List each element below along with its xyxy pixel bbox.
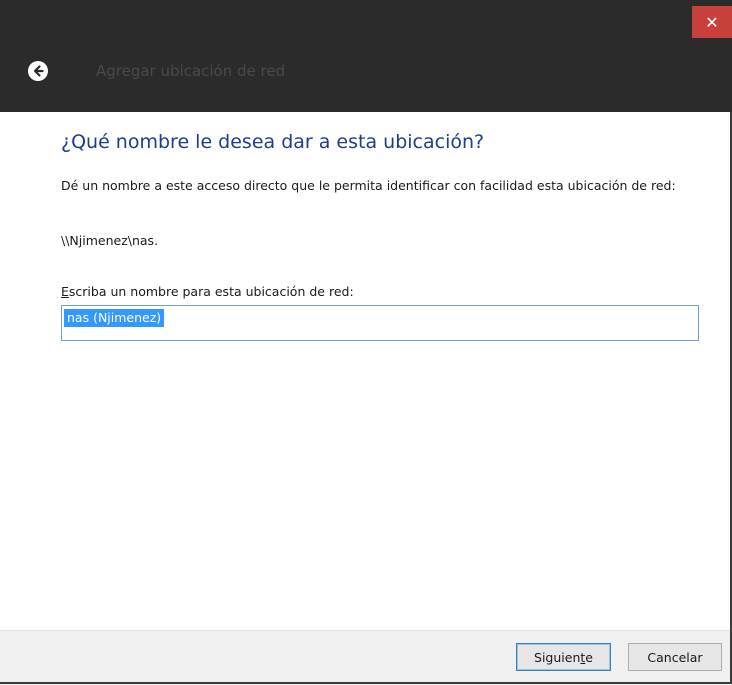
back-arrow-icon[interactable]	[27, 60, 49, 82]
title-bar: ✕ Agregar ubicación de red	[0, 0, 732, 112]
cancel-button[interactable]: Cancelar	[628, 643, 722, 671]
next-label-start: Siguien	[534, 649, 581, 665]
add-network-location-window: ✕ Agregar ubicación de red ¿Qué nombre l…	[0, 0, 732, 685]
network-path-text: \\Njimenez\nas.	[61, 233, 159, 248]
name-field-label-accelerator: E	[61, 284, 69, 299]
location-name-input[interactable]: nas (Njimenez)	[61, 305, 699, 341]
next-label-end: e	[585, 649, 593, 665]
cancel-label: Cancelar	[647, 649, 703, 665]
name-field-label-text: scriba un nombre para esta ubicación de …	[68, 284, 354, 299]
wizard-title: Agregar ubicación de red	[96, 62, 286, 80]
next-button[interactable]: Siguien t e	[516, 643, 611, 671]
wizard-content: ¿Qué nombre le desea dar a esta ubicació…	[0, 112, 732, 630]
selected-input-value: nas (Njimenez)	[64, 309, 165, 327]
wizard-footer: Siguien t e Cancelar	[0, 630, 732, 685]
close-button[interactable]: ✕	[692, 6, 732, 38]
name-field-label: Escriba un nombre para esta ubicación de…	[61, 284, 354, 299]
close-icon: ✕	[705, 12, 719, 32]
instructions-text: Dé un nombre a este acceso directo que l…	[61, 178, 676, 193]
page-heading: ¿Qué nombre le desea dar a esta ubicació…	[61, 131, 485, 153]
